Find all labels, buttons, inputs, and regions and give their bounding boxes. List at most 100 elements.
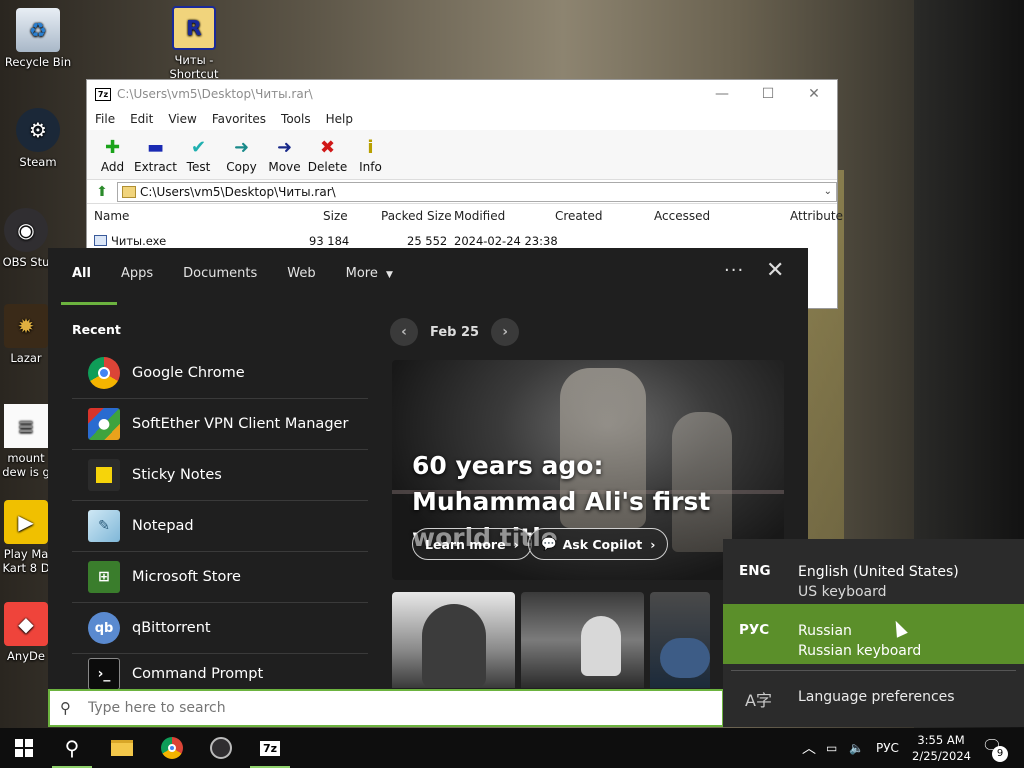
- clock-time: 3:55 AM: [917, 733, 965, 747]
- menu-help[interactable]: Help: [326, 112, 353, 126]
- desktop-icon-game[interactable]: ▶ Play Ma Kart 8 D: [0, 500, 52, 575]
- menu-view[interactable]: View: [168, 112, 196, 126]
- address-field[interactable]: C:\Users\vm5\Desktop\Читы.rar\ ⌄: [117, 181, 837, 202]
- language-code: ENG: [739, 563, 771, 579]
- search-panel: All Apps Documents Web More ▼ ··· ✕ Rece…: [48, 248, 808, 690]
- tab-more[interactable]: More ▼: [334, 262, 405, 285]
- recent-item-label: Sticky Notes: [132, 467, 222, 483]
- ask-copilot-button[interactable]: 💬 Ask Copilot ›: [528, 528, 669, 560]
- recent-item-chrome[interactable]: Google Chrome: [72, 348, 368, 399]
- keyboard-name: Russian keyboard: [798, 643, 922, 659]
- tab-apps[interactable]: Apps: [109, 262, 165, 285]
- menu-edit[interactable]: Edit: [130, 112, 153, 126]
- taskbar-file-explorer[interactable]: [98, 728, 146, 768]
- recent-item-label: Command Prompt: [132, 666, 264, 682]
- test-button[interactable]: ✔ Test: [177, 136, 220, 174]
- column-created[interactable]: Created: [555, 209, 603, 223]
- tab-documents[interactable]: Documents: [171, 262, 269, 285]
- menu-file[interactable]: File: [95, 112, 115, 126]
- file-name: Читы.exe: [111, 234, 167, 248]
- column-name[interactable]: Name: [94, 209, 129, 223]
- recent-item-sticky-notes[interactable]: Sticky Notes: [72, 450, 368, 501]
- maximize-button[interactable]: ☐: [745, 80, 791, 108]
- extract-icon: ▬: [146, 137, 164, 158]
- network-icon[interactable]: ▭: [826, 728, 837, 768]
- input-language-label: РУС: [876, 741, 899, 755]
- clock[interactable]: 3:55 AM 2/25/2024: [912, 732, 971, 764]
- close-button[interactable]: ✕: [791, 80, 837, 108]
- menu-tools[interactable]: Tools: [281, 112, 311, 126]
- column-packed-size[interactable]: Packed Size: [381, 209, 452, 223]
- thumbnail-row: [392, 592, 710, 688]
- sevenzip-logo-icon: 7z: [259, 740, 281, 756]
- minimize-button[interactable]: —: [699, 80, 745, 108]
- language-item-rus[interactable]: РУС Russian Russian keyboard: [723, 604, 1024, 664]
- more-options-icon[interactable]: ···: [724, 260, 744, 281]
- chevron-left-icon[interactable]: ‹: [390, 318, 418, 346]
- recent-item-qbittorrent[interactable]: qb qBittorrent: [72, 603, 368, 654]
- sevenzip-logo-icon: 7z: [95, 87, 111, 101]
- desktop-icon-steam[interactable]: ⚙ Steam: [0, 108, 76, 169]
- tab-all[interactable]: All: [60, 262, 117, 305]
- language-preferences-label: Language preferences: [798, 689, 955, 705]
- volume-muted-icon[interactable]: 🔈: [849, 728, 864, 768]
- move-button[interactable]: ➜ Move: [263, 136, 306, 174]
- column-attributes[interactable]: Attribute: [790, 209, 843, 223]
- recent-item-cmd[interactable]: ›_ Command Prompt: [72, 654, 368, 694]
- desktop-icon-recycle-bin[interactable]: ♻ Recycle Bin: [0, 8, 76, 69]
- recent-item-notepad[interactable]: ✎ Notepad: [72, 501, 368, 552]
- desktop-icon-label: OBS Stu: [2, 255, 50, 269]
- close-icon[interactable]: ✕: [766, 260, 784, 282]
- add-button[interactable]: ✚ Add: [91, 136, 134, 174]
- recent-item-label: SoftEther VPN Client Manager: [132, 416, 349, 432]
- recent-item-softether[interactable]: ● SoftEther VPN Client Manager: [72, 399, 368, 450]
- column-accessed[interactable]: Accessed: [654, 209, 710, 223]
- taskbar-obs[interactable]: [197, 728, 245, 768]
- menu-favorites[interactable]: Favorites: [212, 112, 266, 126]
- notepad-icon: ✎: [88, 510, 120, 542]
- winrar-shortcut-icon: R: [172, 6, 216, 50]
- recent-item-store[interactable]: ⊞ Microsoft Store: [72, 552, 368, 603]
- thumbnail-card[interactable]: [650, 592, 710, 688]
- copy-button[interactable]: ➜ Copy: [220, 136, 263, 174]
- start-button[interactable]: [0, 728, 48, 768]
- search-tabs: All Apps Documents Web More ▼: [60, 262, 405, 305]
- show-hidden-icons[interactable]: ︿: [802, 728, 816, 768]
- chevron-right-icon[interactable]: ›: [491, 318, 520, 346]
- learn-more-button[interactable]: Learn more ›: [412, 528, 532, 560]
- recent-item-label: Microsoft Store: [132, 569, 241, 585]
- language-preferences-link[interactable]: A字 Language preferences: [723, 671, 1024, 727]
- desktop-icon-anydesk[interactable]: ◆ AnyDe: [0, 602, 52, 663]
- language-description: English (United States) US keyboard: [798, 562, 959, 602]
- thumbnail-card[interactable]: [521, 592, 644, 688]
- windows-logo-icon: [15, 739, 33, 757]
- desktop-icon-label: Читы - Shortcut: [169, 53, 219, 78]
- notification-center-button[interactable]: 🗨 9: [978, 736, 1008, 762]
- info-button[interactable]: i Info: [349, 136, 392, 174]
- desktop-icon-lazarus[interactable]: ✹ Lazar: [0, 304, 52, 365]
- chevron-down-icon[interactable]: ⌄: [824, 186, 832, 197]
- desktop-icon-label: AnyDe: [7, 649, 45, 663]
- column-modified[interactable]: Modified: [454, 209, 505, 223]
- desktop-icon-readme-shortcut[interactable]: R Читы - Shortcut: [156, 6, 232, 78]
- chat-icon: 💬: [541, 536, 557, 551]
- language-item-eng[interactable]: ENG English (United States) US keyboard: [723, 545, 1024, 605]
- taskbar-chrome[interactable]: [148, 728, 196, 768]
- recent-heading: Recent: [72, 322, 121, 337]
- up-folder-icon[interactable]: ⬆: [87, 184, 117, 200]
- search-input[interactable]: [88, 700, 648, 716]
- taskbar-7zip[interactable]: 7z: [246, 728, 294, 768]
- recent-item-label: qBittorrent: [132, 620, 211, 636]
- input-language-button[interactable]: РУС: [876, 728, 899, 768]
- language-flyout: ENG English (United States) US keyboard …: [723, 539, 1024, 727]
- desktop-icon-obs[interactable]: ◉ OBS Stu: [0, 208, 52, 269]
- extract-button[interactable]: ▬ Extract: [134, 136, 177, 174]
- thumbnail-card[interactable]: [392, 592, 515, 688]
- tab-web[interactable]: Web: [275, 262, 327, 285]
- desktop-icon-text-file[interactable]: ≡ mount dew is g: [0, 404, 52, 479]
- search-box[interactable]: ⚲: [48, 689, 724, 727]
- delete-button[interactable]: ✖ Delete: [306, 136, 349, 174]
- column-size[interactable]: Size: [323, 209, 348, 223]
- softether-icon: ●: [88, 408, 120, 440]
- taskbar-search-button[interactable]: ⚲: [48, 728, 96, 768]
